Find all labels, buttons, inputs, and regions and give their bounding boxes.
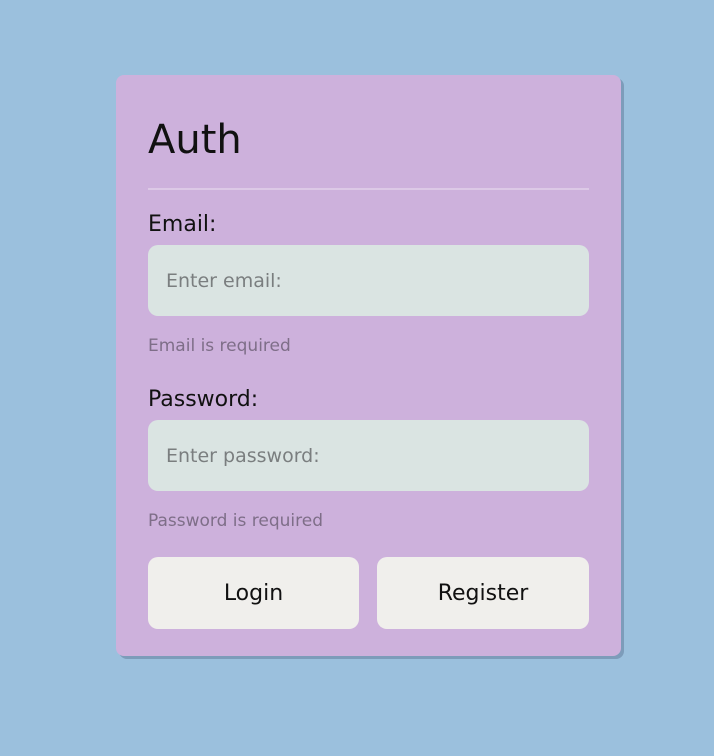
email-label: Email:: [148, 212, 217, 237]
login-button[interactable]: Login: [148, 557, 359, 629]
password-label: Password:: [148, 387, 259, 412]
register-button[interactable]: Register: [377, 557, 589, 629]
password-error-message: Password is required: [148, 511, 324, 531]
auth-card: Auth Email: Email is required Password: …: [116, 75, 621, 656]
email-input[interactable]: [148, 245, 589, 316]
password-input[interactable]: [148, 420, 589, 491]
email-error-message: Email is required: [148, 336, 291, 356]
title-divider: [148, 188, 589, 190]
auth-title: Auth: [148, 117, 242, 163]
